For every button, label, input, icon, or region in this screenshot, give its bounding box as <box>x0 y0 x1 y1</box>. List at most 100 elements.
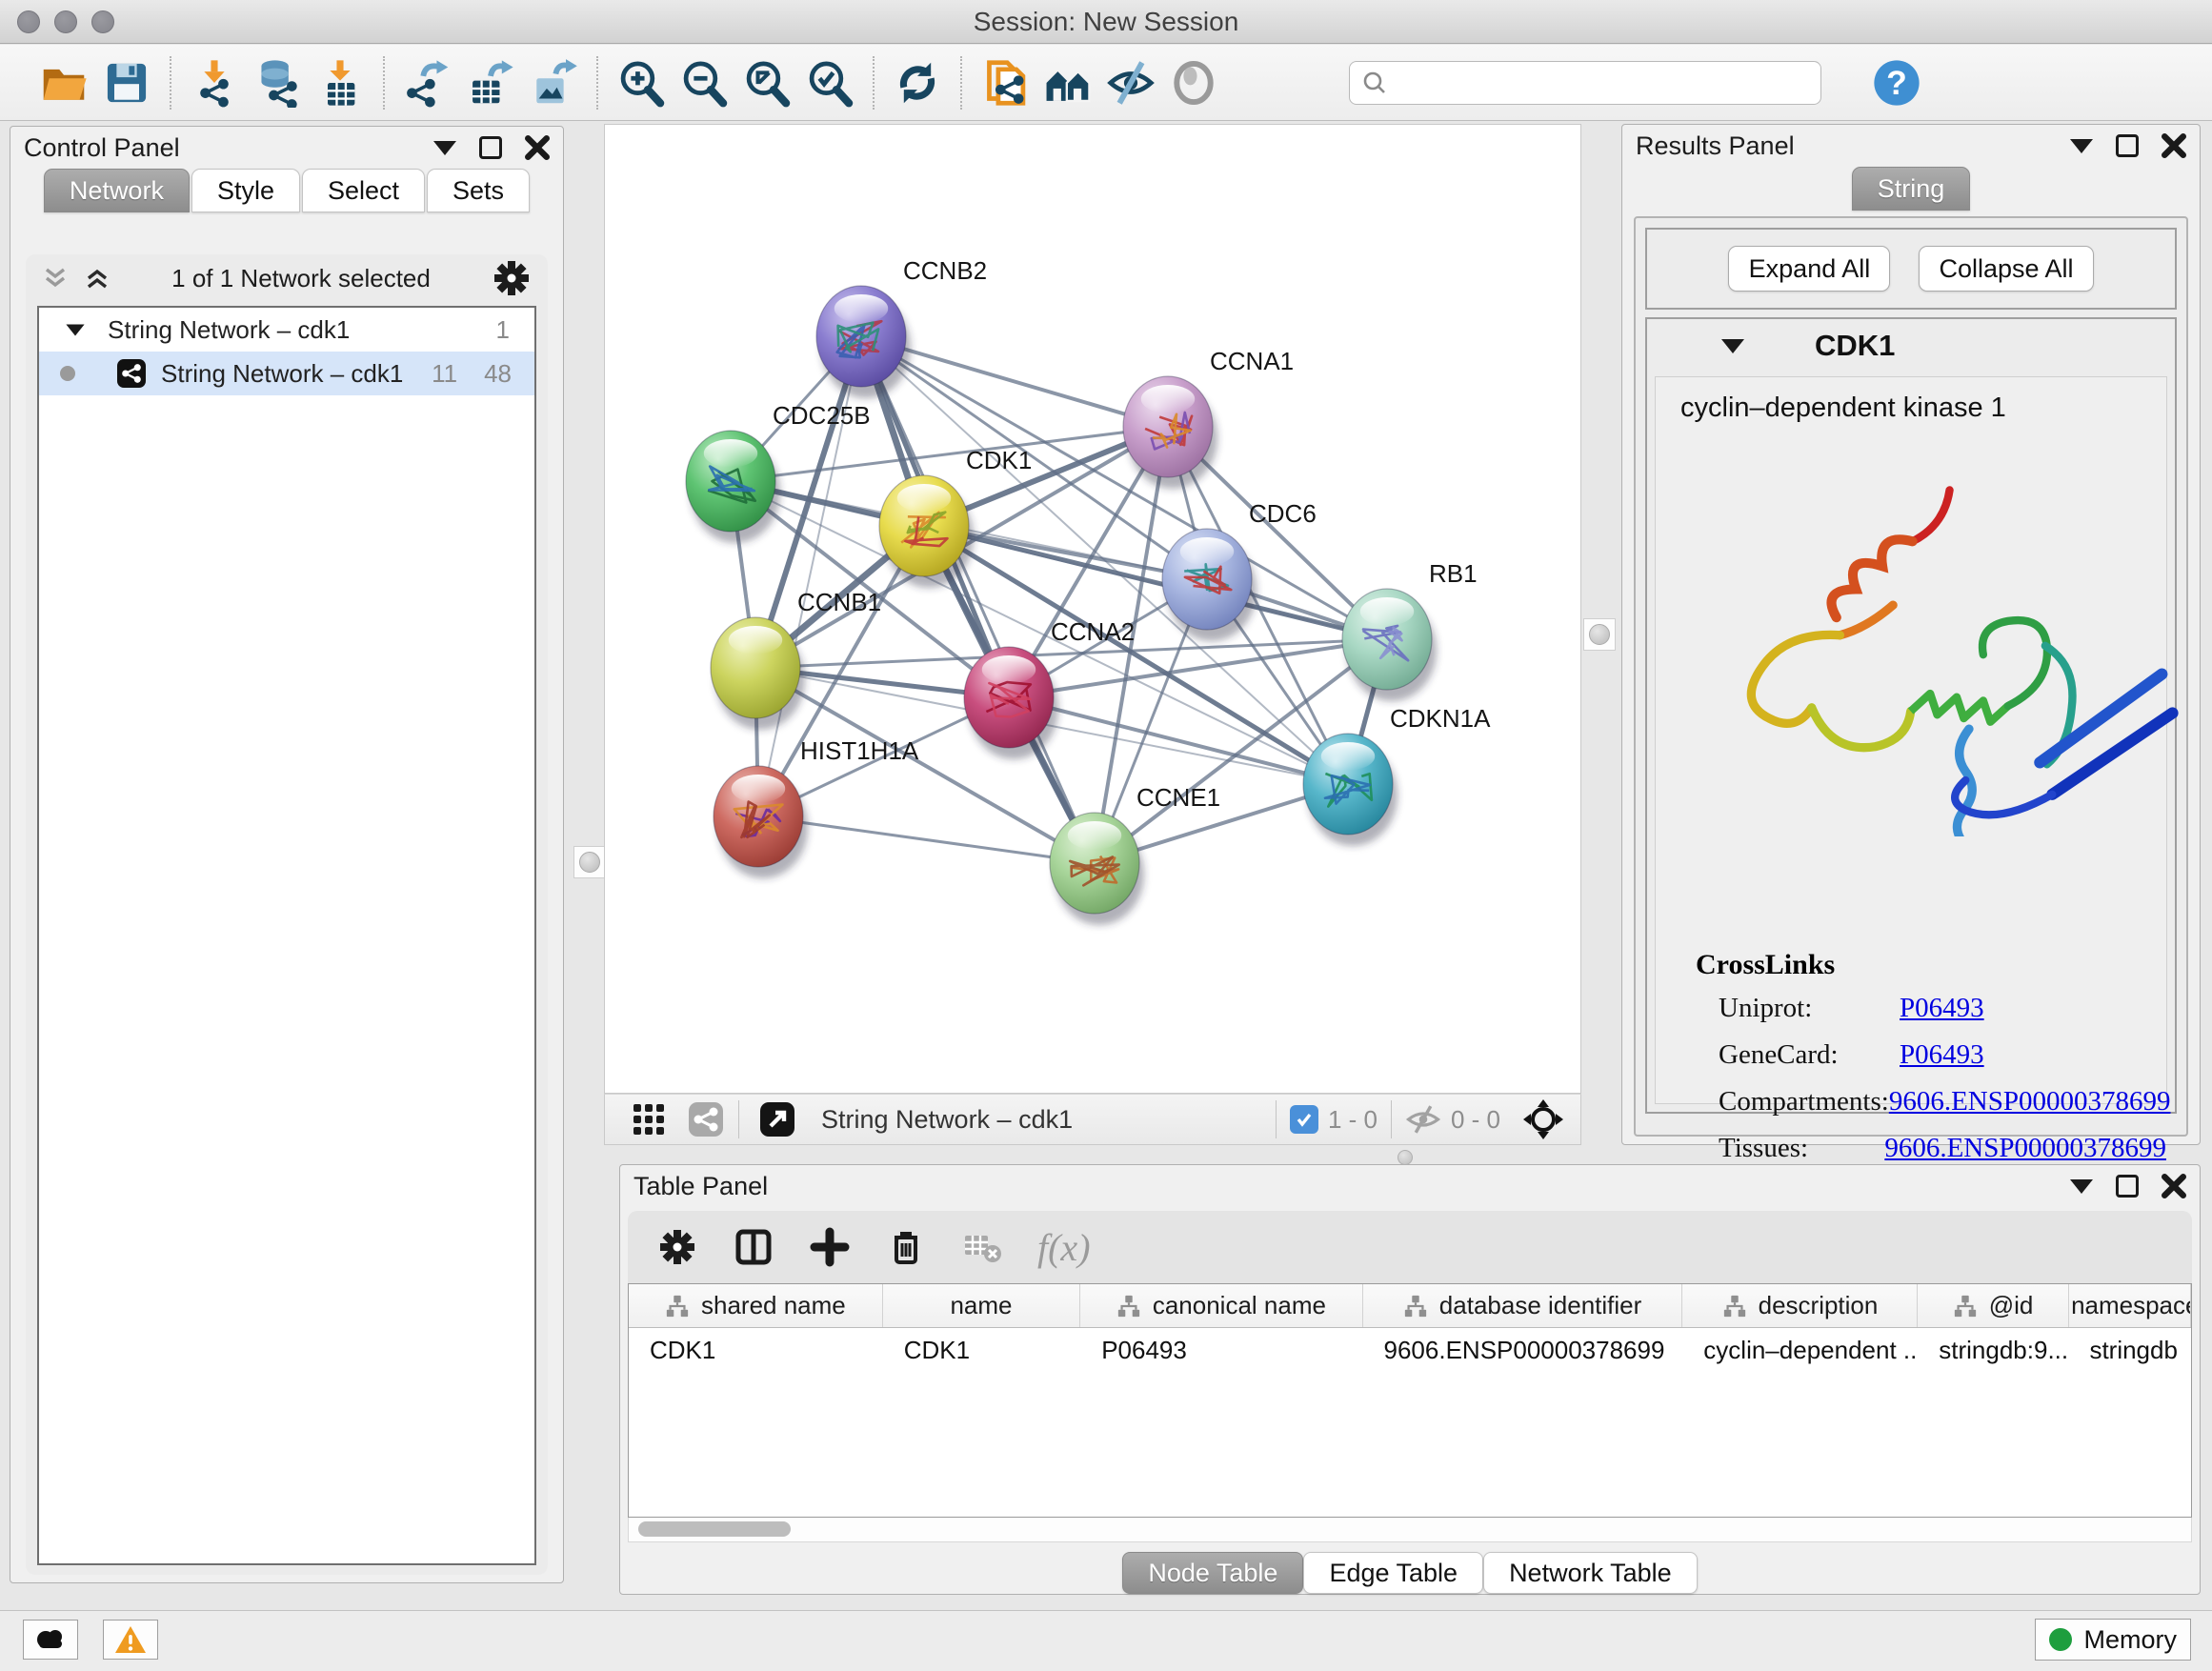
memory-button[interactable]: Memory <box>2035 1619 2191 1661</box>
hidden-eye-slash-icon[interactable] <box>1405 1101 1441 1137</box>
select-columns-icon[interactable] <box>733 1226 774 1268</box>
float-panel-icon[interactable] <box>2116 1175 2139 1198</box>
node-detail-header[interactable]: CDK1 <box>1647 319 2175 372</box>
network-node-ccnb1[interactable]: CCNB1 <box>711 588 881 730</box>
column-header[interactable]: description <box>1682 1284 1918 1327</box>
crosslink-link[interactable]: P06493 <box>1900 1039 1984 1071</box>
close-panel-icon[interactable] <box>2162 1174 2186 1198</box>
collapse-all-button[interactable]: Collapse All <box>1919 246 2093 292</box>
column-header[interactable]: name <box>883 1284 1080 1327</box>
open-session-button[interactable] <box>32 52 95 113</box>
hide-panel-button[interactable] <box>1099 52 1162 113</box>
save-session-button[interactable] <box>95 52 158 113</box>
expand-all-icon[interactable] <box>83 264 111 292</box>
table-cell[interactable]: 9606.ENSP00000378699 <box>1363 1328 1683 1372</box>
column-header[interactable]: shared name <box>629 1284 883 1327</box>
network-collection-row[interactable]: String Network – cdk1 1 <box>39 308 534 352</box>
left-splitter-handle[interactable] <box>573 846 606 878</box>
column-header[interactable]: database identifier <box>1363 1284 1683 1327</box>
function-builder-icon[interactable]: f(x) <box>1037 1225 1091 1270</box>
tab-network-table[interactable]: Network Table <box>1483 1552 1698 1594</box>
network-node-ccna1[interactable]: CCNA1 <box>1123 347 1294 489</box>
column-header[interactable]: canonical name <box>1080 1284 1362 1327</box>
tab-network[interactable]: Network <box>44 169 190 212</box>
network-node-ccnb2[interactable]: CCNB2 <box>816 256 987 398</box>
import-network-from-database-button[interactable] <box>246 52 309 113</box>
table-cell[interactable]: stringdb <box>2068 1328 2191 1372</box>
horizontal-splitter-handle[interactable] <box>1398 1150 1413 1165</box>
tab-edge-table[interactable]: Edge Table <box>1303 1552 1483 1594</box>
network-row[interactable]: String Network – cdk1 11 48 <box>39 352 534 395</box>
table-cell[interactable]: stringdb:9... <box>1918 1328 2068 1372</box>
toolbar-separator <box>383 56 385 110</box>
gear-icon[interactable] <box>491 257 533 299</box>
tab-string[interactable]: String <box>1852 167 1971 211</box>
float-panel-icon[interactable] <box>2116 134 2139 157</box>
crosslink-link[interactable]: 9606.ENSP00000378699 <box>1889 1086 2171 1117</box>
export-image-button[interactable] <box>522 52 585 113</box>
close-panel-icon[interactable] <box>525 135 550 160</box>
crosslink-link[interactable]: P06493 <box>1900 993 1984 1024</box>
scrollbar-thumb[interactable] <box>638 1521 791 1537</box>
panel-menu-icon[interactable] <box>2070 1179 2093 1194</box>
cloud-status-button[interactable] <box>23 1620 78 1660</box>
reset-view-crosshair-icon[interactable] <box>1521 1097 1565 1141</box>
network-node-rb1[interactable]: RB1 <box>1342 559 1478 701</box>
show-panel-button[interactable] <box>1162 52 1225 113</box>
home-networks-button[interactable] <box>1036 52 1099 113</box>
zoom-out-button[interactable] <box>673 52 735 113</box>
table-cell[interactable]: cyclin–dependent ... <box>1682 1328 1918 1372</box>
warnings-button[interactable] <box>103 1620 158 1660</box>
expand-all-button[interactable]: Expand All <box>1728 246 1890 292</box>
network-node-cdkn1a[interactable]: CDKN1A <box>1303 704 1491 846</box>
selected-nodes-checkbox[interactable] <box>1290 1105 1318 1134</box>
float-panel-icon[interactable] <box>479 136 502 159</box>
search-input[interactable] <box>1396 68 1809 97</box>
export-network-button[interactable] <box>396 52 459 113</box>
table-row[interactable]: CDK1CDK1P064939606.ENSP00000378699cyclin… <box>629 1328 2191 1372</box>
search-box[interactable] <box>1349 61 1821 105</box>
table-cell[interactable]: P06493 <box>1080 1328 1362 1372</box>
network-overview-icon[interactable] <box>687 1100 725 1138</box>
zoom-selected-button[interactable] <box>798 52 861 113</box>
table-cell[interactable]: CDK1 <box>883 1328 1081 1372</box>
clone-network-button[interactable] <box>974 52 1036 113</box>
network-node-cdc6[interactable]: CDC6 <box>1162 499 1317 641</box>
birds-eye-grid-icon[interactable] <box>630 1100 668 1138</box>
delete-table-icon[interactable] <box>961 1226 1003 1268</box>
network-node-cdc25b[interactable]: CDC25B <box>686 401 871 543</box>
close-panel-icon[interactable] <box>2162 133 2186 158</box>
panel-menu-icon[interactable] <box>433 141 456 155</box>
table-cell[interactable]: CDK1 <box>629 1328 883 1372</box>
zoom-fit-button[interactable] <box>735 52 798 113</box>
collapse-entry-icon[interactable] <box>1721 339 1744 353</box>
table-horizontal-scrollbar[interactable] <box>628 1518 2192 1542</box>
help-button[interactable]: ? <box>1865 52 1928 113</box>
network-node-hist1h1a[interactable]: HIST1H1A <box>714 736 919 878</box>
tab-node-table[interactable]: Node Table <box>1122 1552 1303 1594</box>
tab-sets[interactable]: Sets <box>427 169 530 212</box>
refresh-button[interactable] <box>886 52 949 113</box>
add-column-icon[interactable] <box>809 1226 851 1268</box>
collapse-all-icon[interactable] <box>41 264 70 292</box>
crosslink-link[interactable]: 9606.ENSP00000378699 <box>1884 1133 2166 1164</box>
table-gear-icon[interactable] <box>656 1226 698 1268</box>
network-canvas[interactable]: CCNB2CCNA1CDC25BCDK1CDC6RB1CCNB1CCNA2CDK… <box>604 124 1581 1094</box>
node-table[interactable]: shared namenamecanonical namedatabase id… <box>628 1283 2192 1518</box>
tab-select[interactable]: Select <box>302 169 425 212</box>
tree-expander-icon[interactable] <box>66 324 84 335</box>
network-node-ccne1[interactable]: CCNE1 <box>1050 783 1220 925</box>
export-table-button[interactable] <box>459 52 522 113</box>
column-header[interactable]: @id <box>1918 1284 2068 1327</box>
tab-style[interactable]: Style <box>191 169 300 212</box>
network-edge[interactable] <box>861 336 1095 863</box>
right-splitter-handle[interactable] <box>1583 618 1616 651</box>
panel-menu-icon[interactable] <box>2070 139 2093 153</box>
import-network-button[interactable] <box>183 52 246 113</box>
network-edge[interactable] <box>758 816 1095 863</box>
navigate-view-icon[interactable] <box>758 1100 796 1138</box>
import-table-button[interactable] <box>309 52 372 113</box>
column-header[interactable]: namespace <box>2069 1284 2191 1327</box>
zoom-in-button[interactable] <box>610 52 673 113</box>
delete-column-icon[interactable] <box>885 1226 927 1268</box>
